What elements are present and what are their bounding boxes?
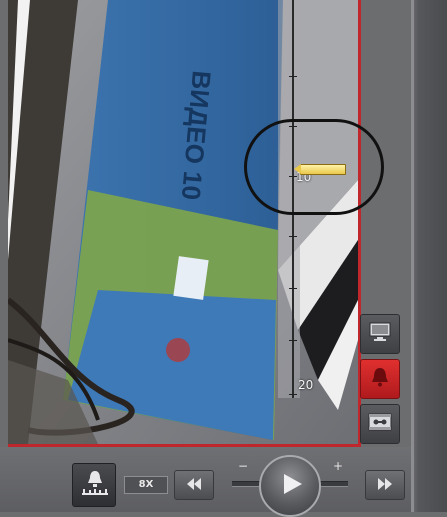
alarms-button[interactable] — [360, 359, 400, 399]
alarm-timeline-button[interactable] — [72, 463, 116, 507]
play-button[interactable] — [259, 455, 321, 517]
bell-scale-icon — [81, 469, 109, 505]
step-back-button[interactable] — [174, 470, 214, 500]
timeline-tick — [289, 236, 297, 237]
timeline-tick — [289, 288, 297, 289]
play-icon — [282, 472, 304, 500]
live-video-button[interactable] — [360, 314, 400, 354]
step-forward-button[interactable] — [365, 470, 405, 500]
monitor-icon — [369, 322, 391, 346]
fast-forward-icon — [376, 476, 394, 495]
tape-archive-icon — [368, 412, 392, 436]
speed-plus-label: + — [333, 459, 344, 473]
timeline-tick — [289, 340, 297, 341]
right-panel-rail — [411, 0, 447, 512]
bell-icon — [369, 366, 391, 392]
speed-minus-label: − — [238, 459, 249, 473]
archive-button[interactable] — [360, 404, 400, 444]
highlight-ring-annotation — [244, 119, 384, 215]
timeline-tick — [289, 76, 297, 77]
timeline-tick — [289, 394, 297, 395]
playback-speed-indicator: 8X — [124, 476, 168, 494]
timeline-label-20: 20 — [298, 378, 314, 392]
rewind-icon — [185, 476, 203, 495]
